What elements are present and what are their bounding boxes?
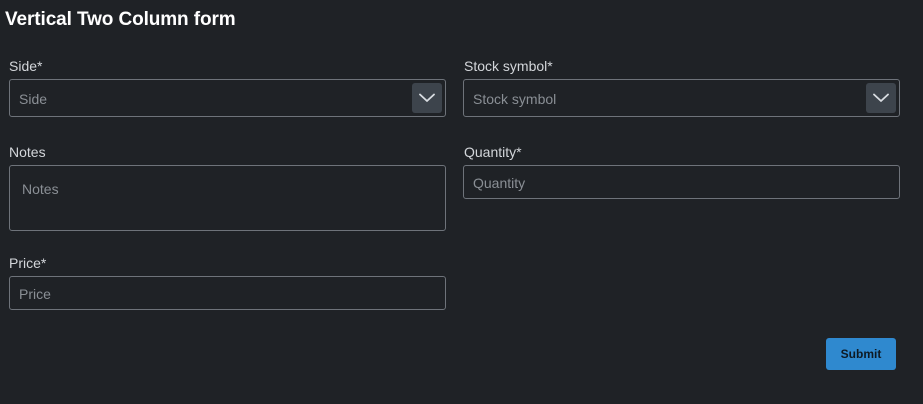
price-placeholder: Price bbox=[19, 286, 51, 302]
side-label: Side* bbox=[9, 58, 43, 74]
quantity-input[interactable]: Quantity bbox=[463, 165, 900, 199]
chevron-down-icon bbox=[419, 93, 435, 102]
notes-label: Notes bbox=[9, 144, 46, 160]
notes-placeholder: Notes bbox=[22, 181, 59, 197]
side-select[interactable]: Side bbox=[9, 79, 446, 117]
quantity-placeholder: Quantity bbox=[473, 175, 526, 191]
side-dropdown-button[interactable] bbox=[412, 83, 442, 113]
submit-button[interactable]: Submit bbox=[826, 338, 896, 370]
stock-symbol-dropdown-button[interactable] bbox=[866, 83, 896, 113]
stock-symbol-placeholder: Stock symbol bbox=[473, 91, 557, 107]
notes-textarea[interactable]: Notes bbox=[9, 165, 446, 231]
quantity-label: Quantity* bbox=[464, 144, 522, 160]
chevron-down-icon bbox=[873, 93, 889, 102]
price-input[interactable]: Price bbox=[9, 276, 446, 310]
side-placeholder: Side bbox=[19, 91, 48, 107]
stock-symbol-select[interactable]: Stock symbol bbox=[463, 79, 900, 117]
stock-symbol-label: Stock symbol* bbox=[464, 58, 553, 74]
form-page: Vertical Two Column form Side* Side Stoc… bbox=[0, 0, 923, 404]
form-title: Vertical Two Column form bbox=[5, 9, 236, 30]
price-label: Price* bbox=[9, 255, 47, 271]
